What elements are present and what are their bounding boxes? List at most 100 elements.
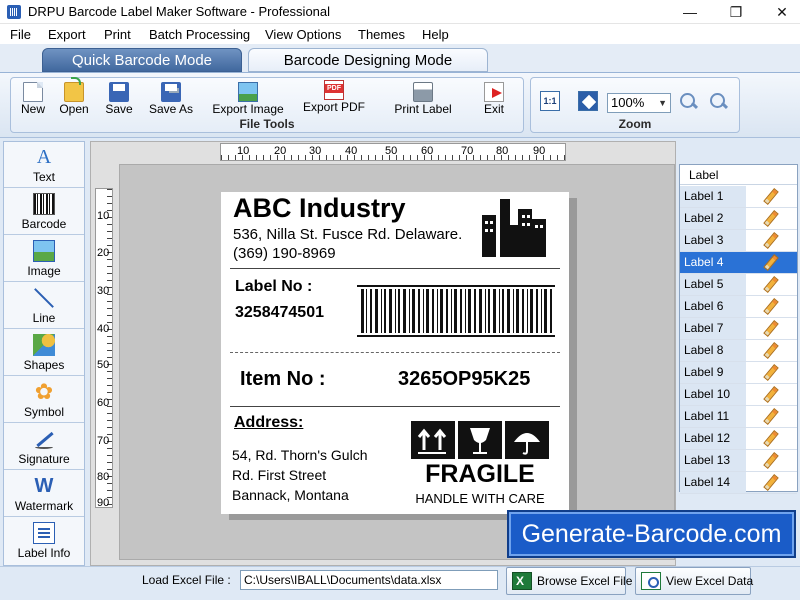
label-list-item-name: Label 12 (680, 428, 746, 449)
edit-pencil-button[interactable] (763, 211, 777, 225)
label-list-item[interactable]: Label 6 (680, 296, 797, 318)
line-tool[interactable]: Line (4, 283, 84, 329)
edit-pencil-button[interactable] (763, 277, 777, 291)
menu-export[interactable]: Export (48, 27, 86, 42)
label-list-item[interactable]: Label 4 (680, 252, 797, 274)
edit-pencil-button[interactable] (763, 387, 777, 401)
menu-help[interactable]: Help (422, 27, 449, 42)
edit-pencil-button[interactable] (763, 475, 777, 489)
address-line[interactable]: 54, Rd. Thorn's Gulch (232, 447, 367, 463)
label-list-item[interactable]: Label 14 (680, 472, 797, 494)
edit-pencil-button[interactable] (763, 233, 777, 247)
label-list-item[interactable]: Label 8 (680, 340, 797, 362)
edit-pencil-button[interactable] (763, 255, 777, 269)
minimize-button[interactable]: — (668, 0, 712, 24)
print-label-button[interactable]: Print Label (390, 82, 456, 116)
browse-excel-button[interactable]: Browse Excel File (506, 567, 632, 595)
label-list-item-name: Label 2 (680, 208, 746, 229)
zoom-level-value: 100% (611, 95, 645, 110)
edit-pencil-button[interactable] (763, 321, 777, 335)
label-divider (230, 268, 560, 269)
image-tool[interactable]: Image (4, 236, 84, 282)
edit-pencil-button[interactable] (763, 299, 777, 313)
export-image-button[interactable]: Export Image (208, 82, 288, 116)
label-divider-dashed (230, 352, 560, 353)
save-button[interactable]: Save (102, 82, 136, 116)
symbol-tool[interactable]: ✿ Symbol (4, 377, 84, 423)
text-tool[interactable]: A Text (4, 142, 84, 188)
edit-pencil-button[interactable] (763, 409, 777, 423)
tab-barcode-designing-mode[interactable]: Barcode Designing Mode (248, 48, 488, 72)
menu-themes[interactable]: Themes (358, 27, 405, 42)
label-info-tool[interactable]: Label Info (4, 518, 84, 564)
signature-tool[interactable]: Signature (4, 424, 84, 470)
edit-pencil-button[interactable] (763, 343, 777, 357)
label-list-item[interactable]: Label 2 (680, 208, 797, 230)
label-list-item-name: Label 8 (680, 340, 746, 361)
view-excel-button[interactable]: View Excel Data (635, 567, 753, 595)
label-list-item[interactable]: Label 10 (680, 384, 797, 406)
zoom-group-label: Zoom (618, 117, 652, 131)
fit-to-window-icon[interactable] (578, 91, 598, 111)
maximize-button[interactable]: ❐ (714, 0, 758, 24)
company-phone[interactable]: (369) 190-8969 (233, 245, 336, 262)
menu-view-options[interactable]: View Options (265, 27, 341, 42)
pencil-icon (763, 299, 777, 313)
new-document-icon (23, 82, 43, 102)
file-tools-label: File Tools (239, 117, 295, 131)
label-list-item[interactable]: Label 12 (680, 428, 797, 450)
label-divider (230, 406, 560, 407)
exit-button[interactable]: Exit (478, 82, 510, 116)
pencil-icon (763, 365, 777, 379)
label-list-item[interactable]: Label 9 (680, 362, 797, 384)
save-icon (109, 82, 129, 102)
edit-pencil-button[interactable] (763, 431, 777, 445)
text-icon: A (36, 146, 52, 168)
label-list-item-name: Label 4 (680, 252, 746, 273)
horizontal-ruler: 10 20 30 40 50 60 70 80 90 (220, 143, 566, 161)
label-no-title[interactable]: Label No : (235, 278, 312, 296)
label-no-value[interactable]: 3258474501 (235, 304, 324, 322)
tab-quick-barcode-mode[interactable]: Quick Barcode Mode (42, 48, 242, 72)
watermark-tool[interactable]: W Watermark (4, 471, 84, 517)
address-line[interactable]: Rd. First Street (232, 467, 326, 483)
edit-pencil-button[interactable] (763, 453, 777, 467)
city-buildings-icon[interactable] (482, 197, 546, 257)
zoom-out-icon[interactable] (709, 92, 729, 112)
export-pdf-button[interactable]: Export PDF (300, 80, 368, 114)
save-as-button[interactable]: Save As (146, 82, 196, 116)
address-line[interactable]: Bannack, Montana (232, 487, 349, 503)
barcode-tool[interactable]: Barcode (4, 189, 84, 235)
excel-path-field[interactable]: C:\Users\IBALL\Documents\data.xlsx (240, 570, 498, 590)
menu-file[interactable]: File (10, 27, 31, 42)
company-address[interactable]: 536, Nilla St. Fusce Rd. Delaware. (233, 226, 462, 243)
label-list-item[interactable]: Label 13 (680, 450, 797, 472)
address-title[interactable]: Address: (234, 414, 303, 432)
zoom-in-icon[interactable] (679, 92, 699, 112)
label-list-item[interactable]: Label 5 (680, 274, 797, 296)
label-list-item-name: Label 13 (680, 450, 746, 471)
new-button[interactable]: New (18, 82, 48, 116)
menu-batch-processing[interactable]: Batch Processing (149, 27, 250, 42)
linear-barcode[interactable] (355, 283, 557, 339)
view-data-icon (641, 572, 661, 590)
label-list-item[interactable]: Label 1 (680, 186, 797, 208)
open-folder-icon (64, 77, 84, 102)
open-button[interactable]: Open (58, 77, 90, 116)
label-list-header: Label (680, 165, 797, 185)
label-list-item-name: Label 3 (680, 230, 746, 251)
company-name[interactable]: ABC Industry (233, 193, 406, 224)
item-no-value[interactable]: 3265OP95K25 (398, 368, 530, 391)
zoom-level-select[interactable]: 100% ▼ (607, 93, 671, 113)
menu-print[interactable]: Print (104, 27, 131, 42)
label-list-item[interactable]: Label 3 (680, 230, 797, 252)
edit-pencil-button[interactable] (763, 365, 777, 379)
shapes-tool[interactable]: Shapes (4, 330, 84, 376)
item-no-title[interactable]: Item No : (240, 368, 326, 391)
close-button[interactable]: ✕ (760, 0, 800, 24)
label-list-item[interactable]: Label 7 (680, 318, 797, 340)
edit-pencil-button[interactable] (763, 189, 777, 203)
fragile-symbol[interactable]: FRAGILE HANDLE WITH CARE (410, 420, 550, 508)
label-list-item[interactable]: Label 11 (680, 406, 797, 428)
actual-size-icon[interactable]: 1:1 (540, 91, 560, 111)
